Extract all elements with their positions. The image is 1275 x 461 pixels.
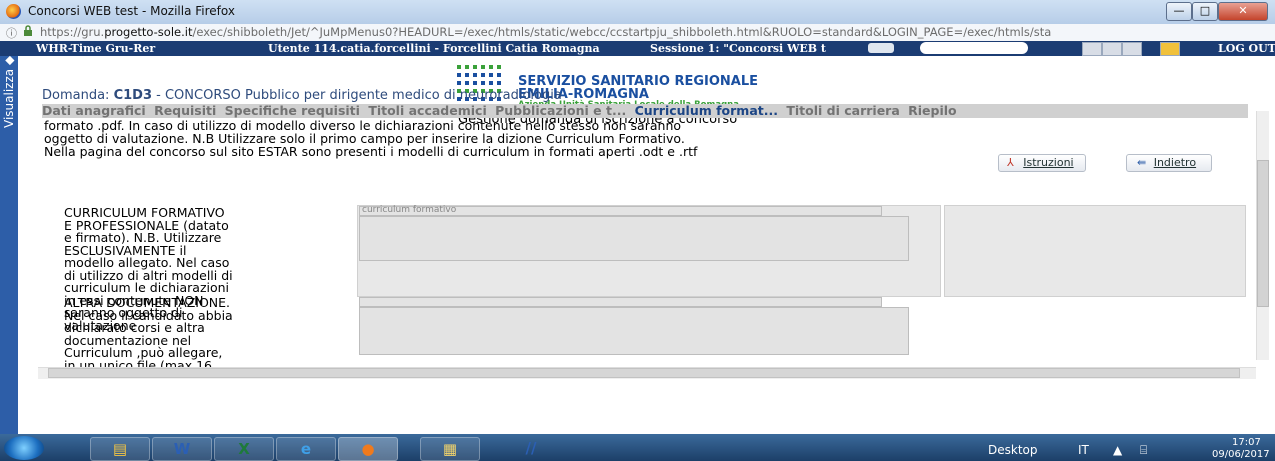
side-panel-toggle[interactable]: Visualizza ◆ xyxy=(0,56,18,434)
side-panel-label: Visualizza ◆ xyxy=(2,55,16,128)
word-icon[interactable]: W xyxy=(152,437,212,461)
altra-textarea[interactable] xyxy=(359,307,909,355)
tab-requisiti[interactable]: Requisiti xyxy=(154,104,216,118)
clock-date[interactable]: 09/06/2017 xyxy=(1212,449,1270,460)
curriculum-text-input[interactable]: curriculum formativo xyxy=(359,205,882,216)
section-tabs: Dati anagrafici Requisiti Specifiche req… xyxy=(42,104,1248,118)
domanda-label: Domanda: xyxy=(42,88,110,103)
user-info: Utente 114.catia.forcellini - Forcellini… xyxy=(268,42,600,55)
session-toggle-icon[interactable] xyxy=(868,43,894,53)
note-line: Nella pagina del concorso sul sito ESTAR… xyxy=(44,144,698,159)
page-info-icon[interactable]: ⓘ xyxy=(6,25,17,41)
curriculum-textarea[interactable] xyxy=(359,216,909,261)
tab-curriculum-formativo[interactable]: Curriculum format... xyxy=(635,104,778,118)
app-header: WHR-Time Gru-Rer Utente 114.catia.forcel… xyxy=(0,41,1275,56)
folder-icon[interactable] xyxy=(1122,42,1142,56)
curriculum-input-value: curriculum formativo xyxy=(362,205,457,215)
horizontal-scrollbar-thumb[interactable] xyxy=(48,368,1240,378)
print-icon[interactable] xyxy=(1082,42,1102,56)
home-icon[interactable] xyxy=(1160,42,1180,56)
tab-dati-anagrafici[interactable]: Dati anagrafici xyxy=(42,104,146,118)
firefox-icon xyxy=(6,4,21,19)
excel-icon[interactable]: X xyxy=(214,437,274,461)
tab-riepilogo[interactable]: Riepilo xyxy=(908,104,957,118)
minimize-button[interactable]: — xyxy=(1166,2,1192,21)
tray-chevron-icon[interactable]: ▲ xyxy=(1113,443,1122,457)
start-button[interactable] xyxy=(4,436,44,460)
tab-titoli-accademici[interactable]: Titoli accademici xyxy=(368,104,486,118)
domanda-info: Domanda: C1D3 - CONCORSO Pubblico per di… xyxy=(42,88,562,103)
maximize-button[interactable]: □ xyxy=(1192,2,1218,21)
app-name: WHR-Time Gru-Rer xyxy=(36,42,156,55)
language-indicator[interactable]: IT xyxy=(1078,443,1089,457)
domanda-description: - CONCORSO Pubblico per dirigente medico… xyxy=(156,88,562,103)
lock-icon xyxy=(24,25,32,36)
close-button[interactable]: ✕ xyxy=(1218,2,1268,21)
vertical-scrollbar-thumb[interactable] xyxy=(1257,160,1269,307)
explorer-icon[interactable]: ▤ xyxy=(90,437,150,461)
search-input[interactable] xyxy=(920,42,1028,54)
tools-icon[interactable] xyxy=(1102,42,1122,56)
network-icon[interactable]: ⌸ xyxy=(1140,443,1147,458)
logout-link[interactable]: LOG OUT xyxy=(1218,41,1275,56)
tab-pubblicazioni[interactable]: Pubblicazioni e t... xyxy=(495,104,626,118)
internet-explorer-icon[interactable]: e xyxy=(276,437,336,461)
altra-text-input[interactable] xyxy=(359,297,882,307)
application-icon[interactable]: ▦ xyxy=(420,437,480,461)
clock-time[interactable]: 17:07 xyxy=(1232,437,1261,448)
app-shortcut-icon[interactable]: // xyxy=(502,437,560,459)
desktop-toolbar[interactable]: Desktop xyxy=(988,443,1038,457)
window-title-bar: Concorsi WEB test - Mozilla Firefox — □ … xyxy=(0,0,1275,25)
window-title: Concorsi WEB test - Mozilla Firefox xyxy=(28,4,235,18)
form-content: formato .pdf. In caso di utilizzo di mod… xyxy=(44,119,1238,158)
curriculum-attachment-cell xyxy=(944,205,1246,297)
firefox-taskbar-icon[interactable]: ● xyxy=(338,437,398,461)
session-info: Sessione 1: "Concorsi WEB t xyxy=(650,42,827,55)
address-bar[interactable]: ⓘ https://gru.progetto-sole.it/exec/shib… xyxy=(0,24,1275,42)
tab-titoli-di-carriera[interactable]: Titoli di carriera xyxy=(786,104,899,118)
domanda-code: C1D3 xyxy=(113,88,153,103)
tab-specifiche-requisiti[interactable]: Specifiche requisiti xyxy=(225,104,360,118)
altra-documentazione-label: ALTRA DOCUMENTAZIONE. Nel caso il candid… xyxy=(64,297,233,367)
url-text[interactable]: https://gru.progetto-sole.it/exec/shibbo… xyxy=(40,25,1051,39)
